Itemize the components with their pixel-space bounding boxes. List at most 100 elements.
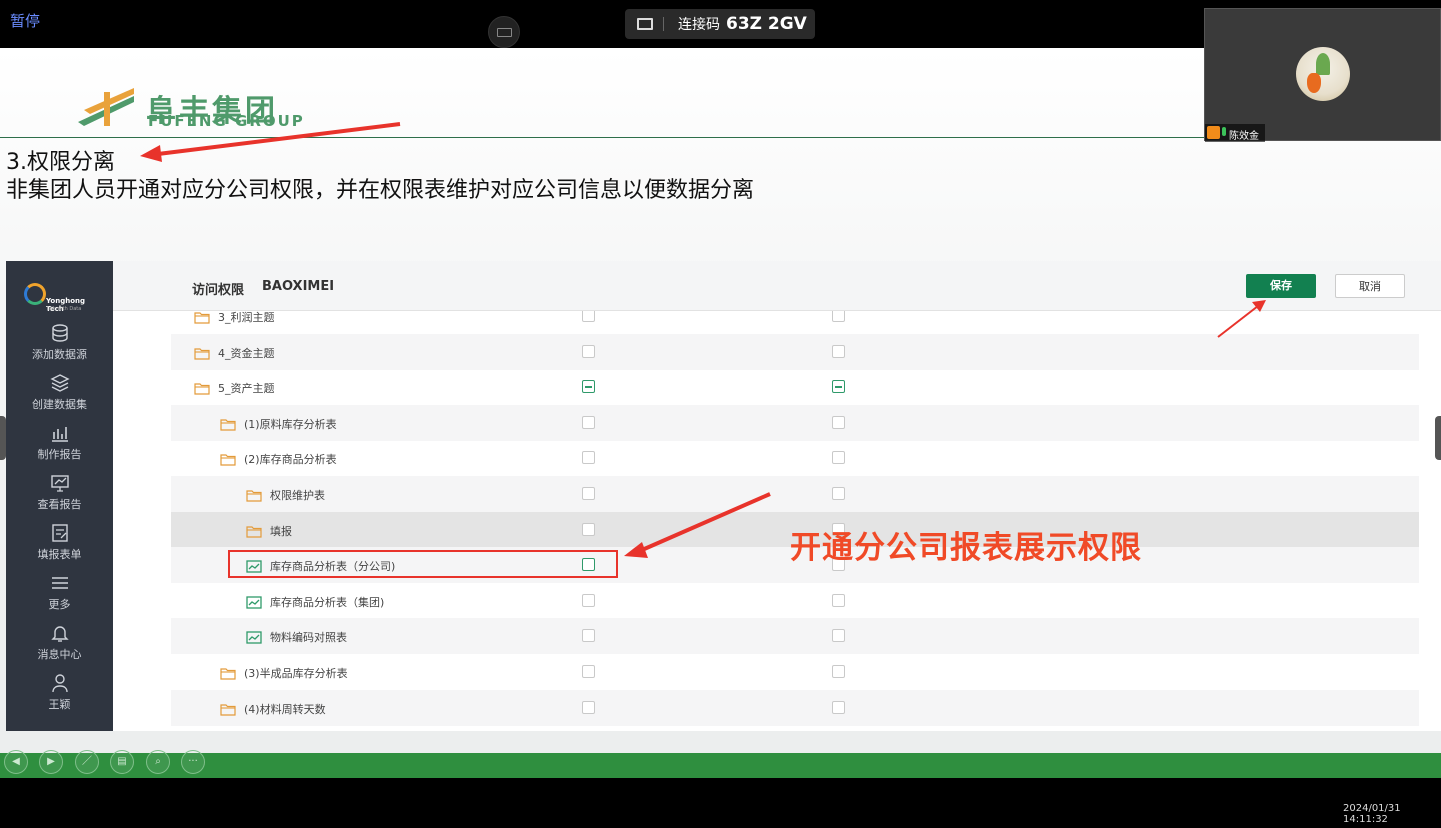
- permission-checkbox-col1[interactable]: [582, 415, 595, 429]
- menu-icon: [6, 573, 113, 593]
- timestamp: 2024/01/31 14:11:32: [1343, 803, 1401, 825]
- permission-checkbox-col1[interactable]: [582, 487, 595, 500]
- connection-code-bar: 连接码 63Z 2GV: [625, 9, 815, 39]
- report-icon: [246, 629, 262, 645]
- logo-english-text: FUFENG GROUP: [148, 112, 305, 130]
- next-icon[interactable]: ▶: [39, 750, 63, 774]
- tree-row[interactable]: 3_利润主题: [171, 311, 1419, 334]
- tree-row-label: (2)库存商品分析表: [244, 453, 337, 467]
- sidebar-item-user[interactable]: 王颖: [6, 673, 113, 723]
- cancel-button[interactable]: 取消: [1335, 274, 1405, 298]
- slide-subtext: 非集团人员开通对应分公司权限，并在权限表维护对应公司信息以便数据分离: [6, 178, 755, 203]
- more-icon[interactable]: ···: [181, 750, 205, 774]
- permission-checkbox-col1[interactable]: [582, 380, 595, 394]
- permission-checkbox-col2[interactable]: [832, 487, 845, 500]
- chart-icon: [6, 423, 113, 443]
- leaf-icon: [1316, 53, 1330, 75]
- sidebar-item-bell[interactable]: 消息中心: [6, 623, 113, 673]
- left-panel-toggle[interactable]: [0, 416, 6, 460]
- permission-checkbox-col1[interactable]: [582, 311, 595, 322]
- keyboard-button[interactable]: [488, 16, 520, 48]
- participant-label: 陈效金: [1205, 124, 1265, 142]
- sidebar-item-menu[interactable]: 更多: [6, 573, 113, 623]
- folder-icon: [220, 665, 236, 680]
- monitor-icon: [6, 473, 113, 493]
- sidebar-item-layers[interactable]: 创建数据集: [6, 373, 113, 423]
- tree-row-label: 物料编码对照表: [270, 631, 347, 645]
- user-name: BAOXIMEI: [262, 279, 335, 294]
- folder-icon: [246, 523, 262, 538]
- zoom-icon[interactable]: ⌕: [146, 750, 170, 774]
- tree-row[interactable]: 库存商品分析表（集团): [171, 583, 1419, 619]
- tree-row-label: 填报: [270, 524, 292, 538]
- tree-row[interactable]: (3)半成品库存分析表: [171, 654, 1419, 690]
- tree-row[interactable]: (2)库存商品分析表: [171, 440, 1419, 476]
- yonghong-logo: Yonghong Tech Talk with Data: [24, 283, 96, 313]
- permission-checkbox-col2[interactable]: [832, 593, 845, 607]
- folder-icon: [220, 416, 236, 431]
- monitor-icon: [637, 18, 653, 30]
- permission-checkbox-col1[interactable]: [582, 451, 595, 465]
- folder-icon: [220, 451, 236, 466]
- sidebar-item-label: 添加数据源: [32, 348, 87, 361]
- avatar: [1296, 47, 1350, 101]
- tree-row-label: (4)材料周转天数: [244, 702, 326, 716]
- person-icon: [1207, 126, 1220, 139]
- sidebar-item-label: 制作报告: [37, 448, 82, 461]
- permission-checkbox-col1[interactable]: [582, 344, 595, 358]
- permission-checkbox-col1[interactable]: [582, 522, 595, 536]
- permission-checkbox-col1[interactable]: [582, 665, 595, 678]
- permission-checkbox-col2[interactable]: [832, 629, 845, 643]
- permission-checkbox-col1[interactable]: [582, 629, 595, 643]
- sidebar-item-label: 王颖: [48, 698, 71, 711]
- fufeng-logo-icon: [78, 88, 134, 126]
- header-rule: [0, 137, 1210, 138]
- tree-row-label: 库存商品分析表（集团): [270, 595, 385, 609]
- permission-checkbox-col2[interactable]: [832, 700, 845, 714]
- permission-checkbox-col2[interactable]: [832, 665, 845, 678]
- annotation-highlight-box: [228, 550, 618, 578]
- screen: 暂停 连接码 63Z 2GV 阜丰集团 FUFENG GROUP 3.权限分离 …: [0, 0, 1441, 828]
- pause-button[interactable]: 暂停: [10, 10, 40, 31]
- tree-row[interactable]: (1)原料库存分析表: [171, 404, 1419, 441]
- tree-row-label: 3_利润主题: [218, 311, 275, 324]
- permission-checkbox-col2[interactable]: [832, 311, 845, 322]
- folder-icon: [194, 380, 210, 395]
- participant-video[interactable]: 陈效金: [1204, 8, 1441, 142]
- participant-name: 陈效金: [1229, 131, 1259, 142]
- connection-label: 连接码: [678, 17, 720, 33]
- permission-checkbox-col2[interactable]: [832, 344, 845, 358]
- permission-checkbox-col1[interactable]: [582, 593, 595, 607]
- permission-checkbox-col2[interactable]: [832, 451, 845, 465]
- sidebar-item-form[interactable]: 填报表单: [6, 523, 113, 573]
- sidebar: Yonghong Tech Talk with Data 添加数据源创建数据集制…: [6, 261, 113, 731]
- tree-row[interactable]: 5_资产主题: [171, 369, 1419, 405]
- presentation-toolbar: [0, 753, 1441, 778]
- right-panel-toggle[interactable]: [1435, 416, 1441, 460]
- app-window: Yonghong Tech Talk with Data 添加数据源创建数据集制…: [6, 261, 1441, 731]
- tree-row[interactable]: (4)材料周转天数: [171, 689, 1419, 726]
- connection-code: 63Z 2GV: [726, 14, 807, 34]
- slides-icon[interactable]: ▤: [110, 750, 134, 774]
- permission-checkbox-col2[interactable]: [832, 415, 845, 429]
- save-button[interactable]: 保存: [1246, 274, 1316, 298]
- sidebar-item-chart[interactable]: 制作报告: [6, 423, 113, 473]
- permission-checkbox-col2[interactable]: [832, 380, 845, 394]
- brand-tagline: Talk with Data: [46, 306, 82, 312]
- report-icon: [246, 594, 262, 609]
- sidebar-item-label: 创建数据集: [32, 398, 87, 411]
- carrot-icon: [1307, 73, 1321, 93]
- tree-row[interactable]: 4_资金主题: [171, 333, 1419, 370]
- previous-icon[interactable]: ◀: [4, 750, 28, 774]
- sidebar-item-label: 查看报告: [37, 498, 82, 511]
- pen-icon[interactable]: ／: [75, 750, 99, 774]
- sidebar-item-database[interactable]: 添加数据源: [6, 323, 113, 373]
- tree-row[interactable]: 权限维护表: [171, 476, 1419, 512]
- database-icon: [6, 323, 113, 343]
- permission-checkbox-col1[interactable]: [582, 700, 595, 714]
- annotation-callout: 开通分公司报表展示权限: [790, 530, 1142, 566]
- tree-row[interactable]: 物料编码对照表: [171, 618, 1419, 655]
- user-icon: [6, 673, 113, 693]
- sidebar-item-monitor[interactable]: 查看报告: [6, 473, 113, 523]
- layers-icon: [6, 373, 113, 393]
